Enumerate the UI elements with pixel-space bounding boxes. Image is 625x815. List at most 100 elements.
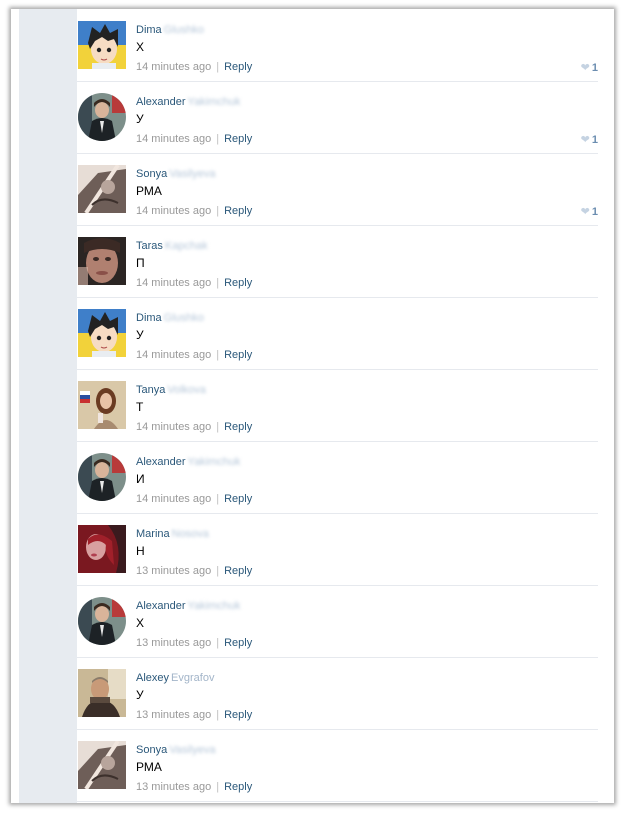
author-last-name[interactable]: Kapchak: [165, 240, 208, 252]
avatar[interactable]: [78, 309, 126, 357]
comment-author[interactable]: Tanya Volkova: [136, 384, 206, 396]
heart-icon: ❤: [580, 62, 590, 74]
comment-timestamp[interactable]: 14 minutes ago: [136, 493, 211, 505]
avatar[interactable]: [78, 381, 126, 429]
comment-author[interactable]: Alexander Yakimchuk: [136, 456, 241, 468]
author-last-name[interactable]: Yakimchuk: [188, 600, 241, 612]
separator: |: [216, 61, 220, 73]
separator: |: [216, 781, 220, 793]
author-last-name[interactable]: Evgrafov: [171, 672, 214, 684]
heart-icon: ❤: [580, 206, 590, 218]
author-first-name[interactable]: Marina: [136, 528, 170, 540]
reply-link[interactable]: Reply: [224, 781, 252, 793]
comment-author[interactable]: Alexander Yakimchuk: [136, 96, 241, 108]
reply-link[interactable]: Reply: [224, 493, 252, 505]
like-button[interactable]: ❤ 1: [581, 205, 598, 218]
reply-link[interactable]: Reply: [224, 205, 252, 217]
author-first-name[interactable]: Dima: [136, 24, 162, 36]
avatar[interactable]: [78, 21, 126, 69]
author-last-name[interactable]: Vasilyeva: [169, 168, 215, 180]
comment-author[interactable]: Dima Glushko: [136, 312, 204, 324]
avatar[interactable]: [78, 597, 126, 645]
comment-text: У: [136, 688, 144, 702]
like-count: 1: [591, 62, 598, 74]
comment-meta: 13 minutes ago | Reply: [136, 565, 252, 577]
comment-text: У: [136, 112, 144, 126]
comment-timestamp[interactable]: 14 minutes ago: [136, 349, 211, 361]
comment-text: У: [136, 328, 144, 342]
comment-text: И: [136, 472, 145, 486]
reply-link[interactable]: Reply: [224, 421, 252, 433]
comment-meta: 14 minutes ago | Reply: [136, 133, 252, 145]
comment-timestamp[interactable]: 14 minutes ago: [136, 133, 211, 145]
separator: |: [216, 493, 220, 505]
author-last-name[interactable]: Nosova: [172, 528, 209, 540]
avatar[interactable]: [78, 165, 126, 213]
comment-meta: 14 minutes ago | Reply: [136, 277, 252, 289]
author-first-name[interactable]: Sonya: [136, 744, 167, 756]
comment-timestamp[interactable]: 14 minutes ago: [136, 277, 211, 289]
comment-author[interactable]: Sonya Vasilyeva: [136, 744, 215, 756]
avatar[interactable]: [78, 669, 126, 717]
author-last-name[interactable]: Glushko: [164, 24, 204, 36]
reply-link[interactable]: Reply: [224, 277, 252, 289]
comment-meta: 13 minutes ago | Reply: [136, 709, 252, 721]
author-first-name[interactable]: Alexey: [136, 672, 169, 684]
comment-author[interactable]: Marina Nosova: [136, 528, 209, 540]
like-count: 1: [591, 134, 598, 146]
comment-item: Dima Glushko Х 14 minutes ago | Reply ❤ 1: [77, 9, 598, 82]
reply-link[interactable]: Reply: [224, 709, 252, 721]
comment-author[interactable]: Alexander Yakimchuk: [136, 600, 241, 612]
avatar[interactable]: [78, 453, 126, 501]
separator: |: [216, 421, 220, 433]
reply-link[interactable]: Reply: [224, 349, 252, 361]
like-count: 1: [591, 206, 598, 218]
author-first-name[interactable]: Sonya: [136, 168, 167, 180]
reply-link[interactable]: Reply: [224, 133, 252, 145]
comment-author[interactable]: Sonya Vasilyeva: [136, 168, 215, 180]
reply-link[interactable]: Reply: [224, 637, 252, 649]
author-last-name[interactable]: Volkova: [167, 384, 206, 396]
reply-link[interactable]: Reply: [224, 61, 252, 73]
comment-author[interactable]: Taras Kapchak: [136, 240, 208, 252]
comment-timestamp[interactable]: 14 minutes ago: [136, 205, 211, 217]
author-first-name[interactable]: Alexander: [136, 96, 186, 108]
comment-item: Alexander Yakimchuk У 14 minutes ago | Repl…: [77, 81, 598, 154]
separator: |: [216, 277, 220, 289]
comment-timestamp[interactable]: 14 minutes ago: [136, 421, 211, 433]
avatar[interactable]: [78, 93, 126, 141]
author-first-name[interactable]: Alexander: [136, 600, 186, 612]
comment-author[interactable]: Dima Glushko: [136, 24, 204, 36]
comment-timestamp[interactable]: 13 minutes ago: [136, 565, 211, 577]
separator: |: [216, 565, 220, 577]
comment-timestamp[interactable]: 13 minutes ago: [136, 781, 211, 793]
comment-item: Alexander Yakimchuk И 14 minutes ago | Repl…: [77, 441, 598, 514]
separator: |: [216, 637, 220, 649]
author-first-name[interactable]: Alexander: [136, 456, 186, 468]
comment-item: Alexander Yakimchuk Х 13 minutes ago | Repl…: [77, 585, 598, 658]
avatar[interactable]: [78, 237, 126, 285]
avatar[interactable]: [78, 525, 126, 573]
author-first-name[interactable]: Tanya: [136, 384, 165, 396]
comment-text: П: [136, 256, 145, 270]
comment-item: Dima Glushko У 14 minutes ago | Reply: [77, 297, 598, 370]
author-first-name[interactable]: Taras: [136, 240, 163, 252]
author-last-name[interactable]: Yakimchuk: [188, 456, 241, 468]
comment-timestamp[interactable]: 13 minutes ago: [136, 709, 211, 721]
author-first-name[interactable]: Dima: [136, 312, 162, 324]
author-last-name[interactable]: Glushko: [164, 312, 204, 324]
reply-link[interactable]: Reply: [224, 565, 252, 577]
avatar[interactable]: [78, 741, 126, 789]
comment-author[interactable]: Alexey Evgrafov: [136, 672, 214, 684]
comment-meta: 14 minutes ago | Reply: [136, 421, 252, 433]
comment-text: РМА: [136, 184, 162, 198]
author-last-name[interactable]: Yakimchuk: [188, 96, 241, 108]
like-button[interactable]: ❤ 1: [581, 61, 598, 74]
comment-text: РМА: [136, 760, 162, 774]
like-button[interactable]: ❤ 1: [581, 133, 598, 146]
comment-timestamp[interactable]: 14 minutes ago: [136, 61, 211, 73]
comment-timestamp[interactable]: 13 minutes ago: [136, 637, 211, 649]
author-last-name[interactable]: Vasilyeva: [169, 744, 215, 756]
comment-text: Х: [136, 40, 145, 54]
comment-item: Marina Nosova Н 13 minutes ago | Reply: [77, 513, 598, 586]
